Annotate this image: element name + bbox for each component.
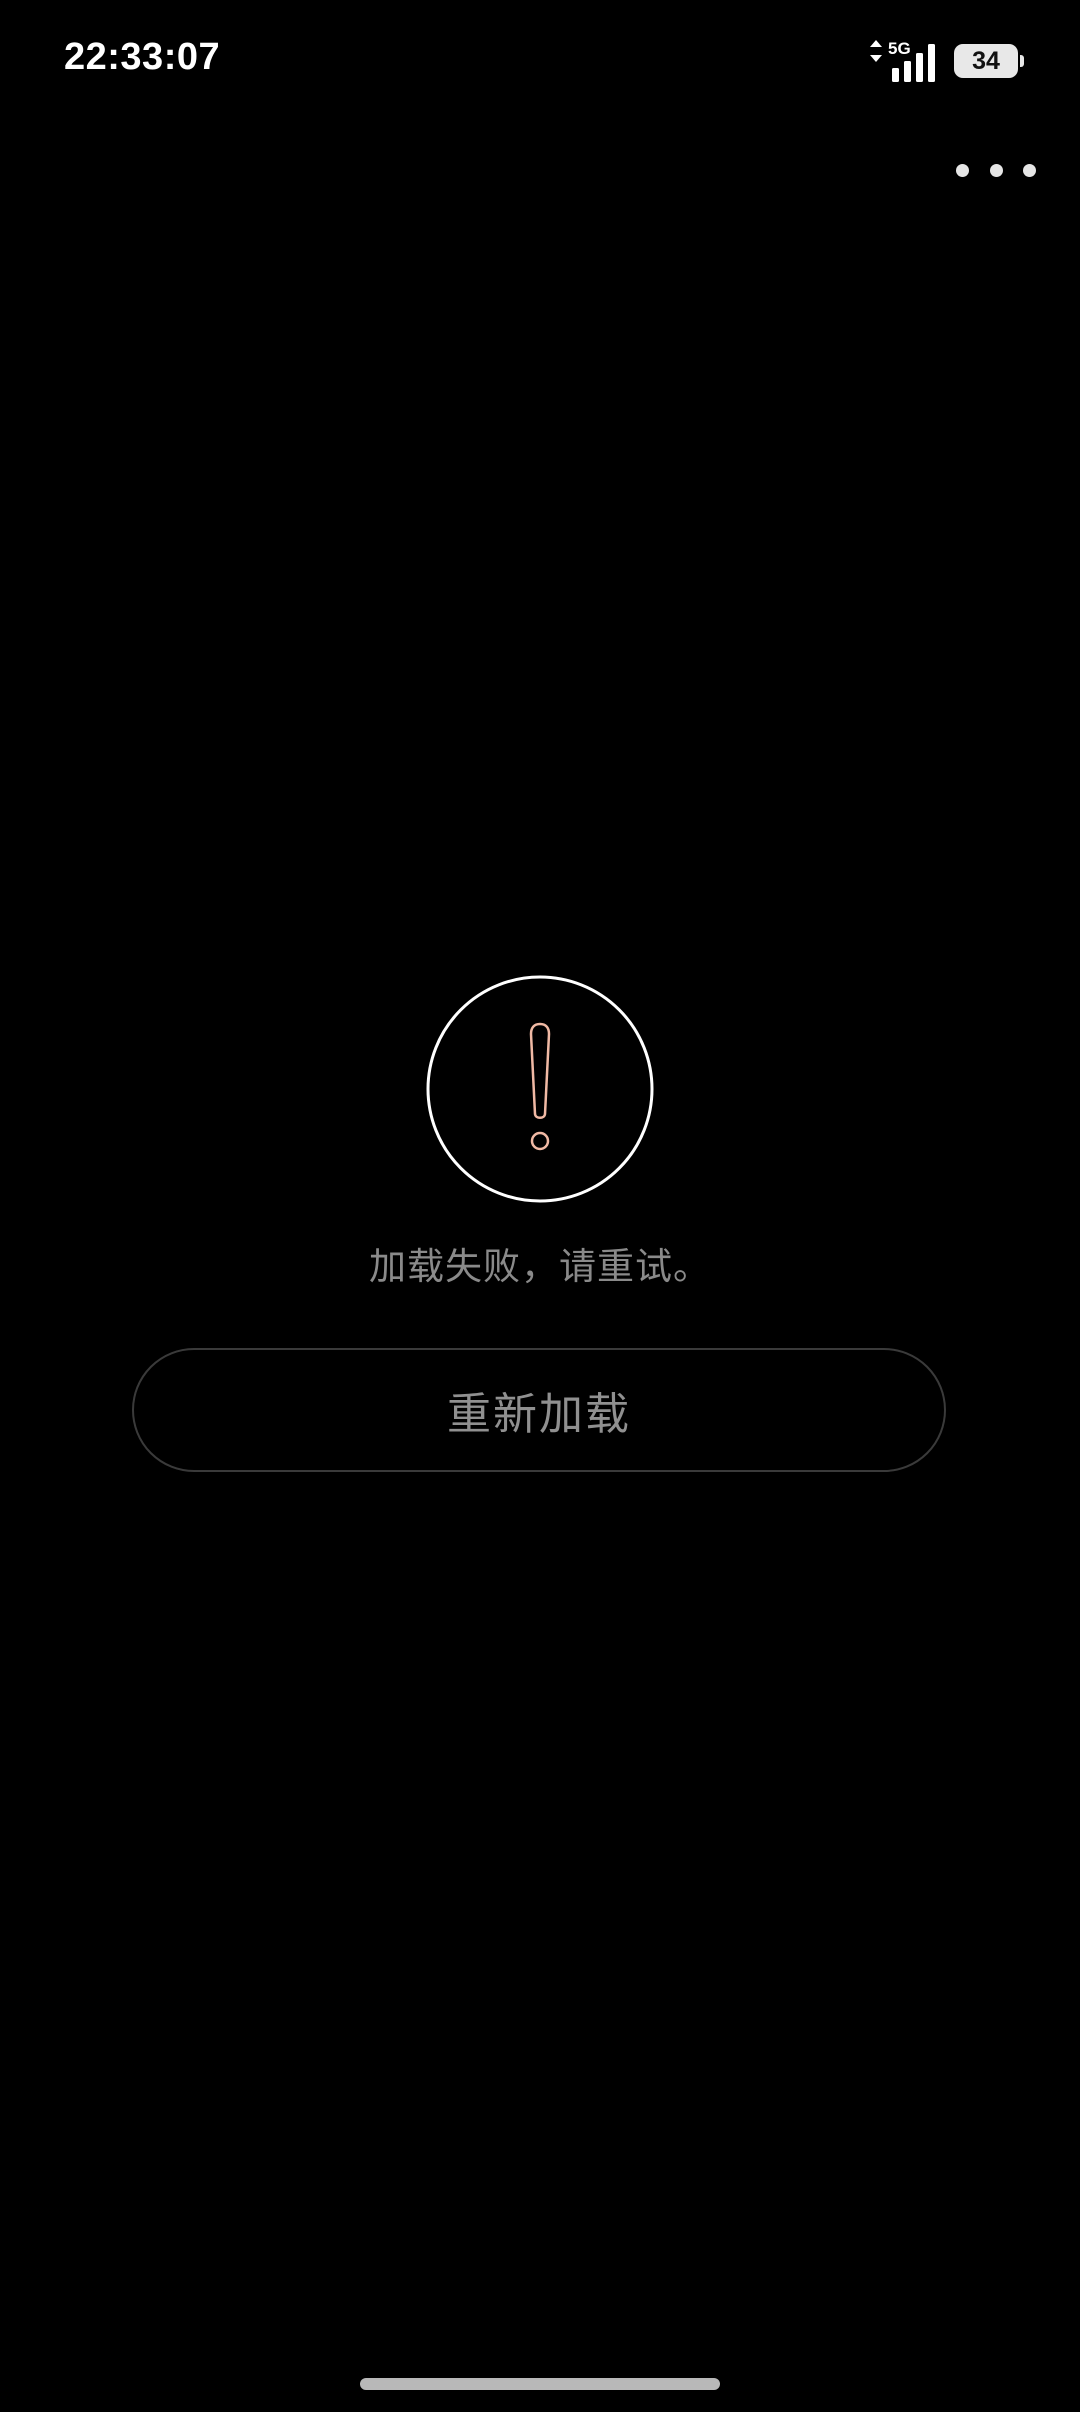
status-bar: 22:33:07 5G 34 — [0, 0, 1080, 120]
more-horizontal-icon — [989, 163, 1003, 177]
signal-bars-icon — [892, 44, 935, 82]
data-transfer-arrows-icon — [870, 40, 882, 62]
more-horizontal-icon — [1023, 163, 1036, 177]
status-time: 22:33:07 — [64, 36, 221, 78]
more-options-button[interactable] — [956, 148, 1036, 192]
error-message: 加载失败，请重试。 — [369, 1245, 711, 1288]
network-indicator: 5G — [868, 40, 938, 82]
status-indicators: 5G 34 — [868, 40, 1024, 82]
more-horizontal-icon — [956, 163, 969, 177]
battery-level: 34 — [972, 46, 1000, 75]
battery-tip — [1020, 55, 1024, 67]
exclamation-circle-icon — [426, 975, 654, 1203]
reload-button[interactable]: 重新加载 — [132, 1348, 946, 1472]
battery-icon: 34 — [954, 44, 1024, 78]
home-indicator[interactable] — [360, 2378, 720, 2390]
